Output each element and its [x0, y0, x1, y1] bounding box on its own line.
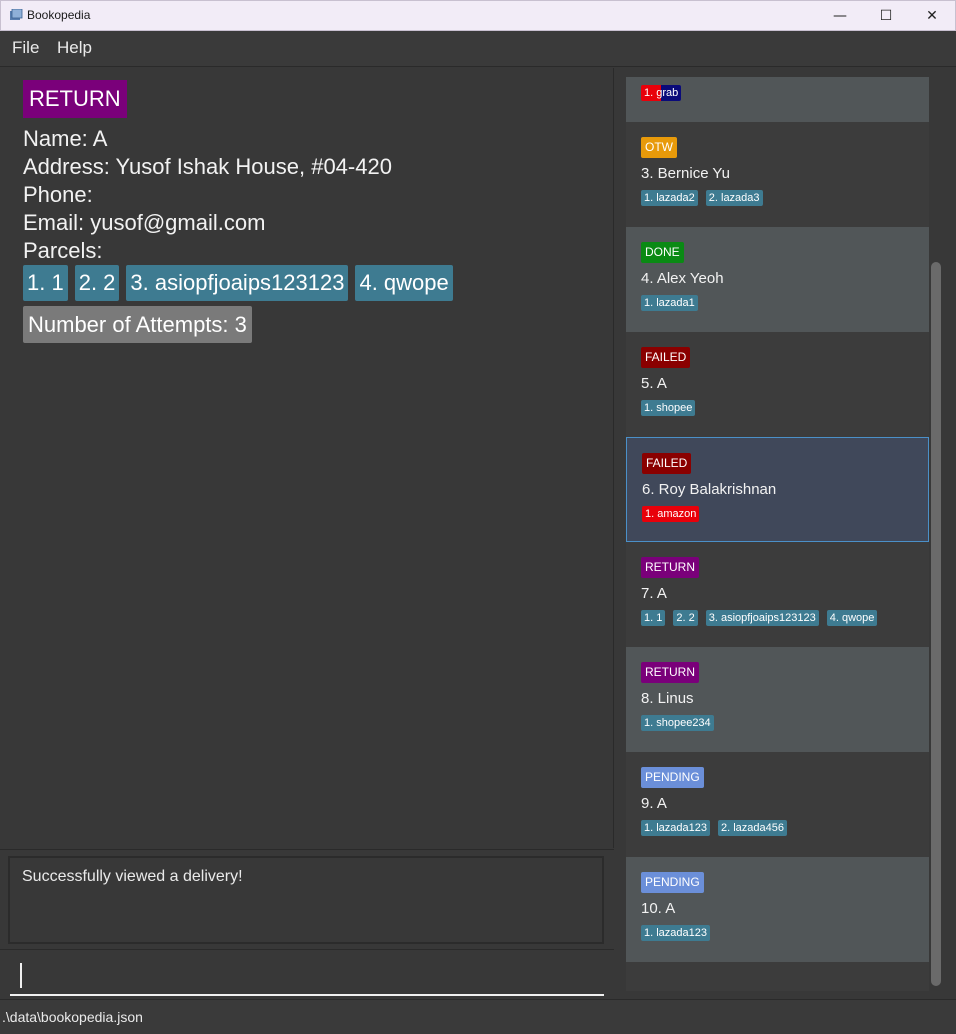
book-app-icon [10, 9, 23, 20]
parcel-tag: 2. lazada3 [705, 190, 763, 206]
status-badge: FAILED [642, 453, 692, 474]
status-badge: DONE [641, 242, 684, 263]
detail-parcel-tag: 1. 1 [23, 265, 68, 301]
data-file-path: .\data\bookopedia.json [2, 1009, 143, 1025]
delivery-card[interactable]: PENDING 10. A 1. lazada123 [626, 857, 929, 962]
command-input[interactable] [10, 956, 604, 996]
parcel-tags: 1. lazada1 [641, 295, 698, 311]
result-message: Successfully viewed a delivery! [22, 868, 243, 885]
status-badge: RETURN [641, 662, 699, 683]
parcel-tags: 1. 1 2. 2 3. asiopfjoaips123123 4. qwope [641, 610, 878, 626]
parcel-tag: 4. qwope [826, 610, 878, 626]
delivery-card[interactable]: RETURN 8. Linus 1. shopee234 [626, 647, 929, 752]
delivery-card[interactable]: PENDING 9. A 1. lazada123 2. lazada456 [626, 752, 929, 857]
detail-parcel-tag: 2. 2 [74, 265, 120, 301]
title-bar: Bookopedia — ☐ ✕ [0, 0, 956, 31]
status-bar: .\data\bookopedia.json [0, 999, 956, 1034]
delivery-name: 4. Alex Yeoh [641, 270, 724, 287]
close-icon: ✕ [926, 8, 938, 24]
detail-phone: Phone: [23, 182, 93, 207]
delivery-name: 3. Bernice Yu [641, 165, 730, 182]
detail-email: Email: yusof@gmail.com [23, 210, 266, 235]
delivery-card[interactable]: DONE 4. Alex Yeoh 1. lazada1 [626, 227, 929, 332]
parcel-tags: 1. shopee234 [641, 715, 714, 731]
parcel-tag: 1. lazada123 [641, 925, 710, 941]
status-badge: PENDING [641, 767, 704, 788]
parcel-tag: 2. lazada456 [718, 820, 787, 836]
parcel-tags: 1. grab [641, 85, 682, 101]
delivery-card[interactable]: FAILED 6. Roy Balakrishnan 1. amazon [626, 437, 929, 542]
parcel-tag: 2. 2 [673, 610, 698, 626]
close-button[interactable]: ✕ [909, 1, 955, 31]
detail-status-badge: RETURN [23, 80, 127, 118]
attempts-badge: Number of Attempts: 3 [23, 306, 252, 343]
parcel-tags: 1. lazada123 [641, 925, 710, 941]
delivery-detail-panel: RETURN Name: A Address: Yusof Ishak Hous… [0, 68, 614, 848]
detail-parcels-label: Parcels: [23, 238, 103, 263]
detail-name: Name: A [23, 126, 108, 151]
parcel-tag: 1. lazada123 [641, 820, 710, 836]
list-scrollbar[interactable] [931, 262, 941, 986]
delivery-name: 9. A [641, 795, 667, 812]
delivery-card[interactable]: PENDING2. Irfan Ibrahim1. grab [626, 77, 929, 122]
parcel-tag: 3. asiopfjoaips123123 [705, 610, 819, 626]
parcel-tag: 1. lazada1 [641, 295, 698, 311]
status-badge: OTW [641, 137, 677, 158]
text-caret [20, 963, 22, 988]
status-badge: FAILED [641, 347, 691, 368]
parcel-tags: 1. lazada123 2. lazada456 [641, 820, 787, 836]
minimize-button[interactable]: — [817, 1, 863, 31]
result-box[interactable]: Successfully viewed a delivery! [8, 856, 604, 944]
detail-parcel-tag: 3. asiopfjoaips123123 [126, 265, 349, 301]
parcel-tag: 1. shopee234 [641, 715, 714, 731]
detail-parcel-tag: 4. qwope [355, 265, 453, 301]
delivery-name: 8. Linus [641, 690, 694, 707]
command-box-panel [0, 949, 614, 999]
parcel-tags: 1. shopee [641, 400, 696, 416]
maximize-button[interactable]: ☐ [863, 1, 909, 31]
delivery-name: 5. A [641, 375, 667, 392]
delivery-card[interactable]: RETURN 7. A 1. 1 2. 2 3. asiopfjoaips123123 4… [626, 542, 929, 647]
delivery-name: 10. A [641, 900, 676, 917]
result-display-panel: Successfully viewed a delivery! [0, 849, 614, 949]
detail-address: Address: Yusof Ishak House, #04-420 [23, 154, 392, 179]
detail-parcels: 1. 1 2. 2 3. asiopfjoaips123123 4. qwope [23, 265, 453, 301]
parcel-tags: 1. amazon [642, 506, 700, 522]
parcel-tags: 1. lazada2 2. lazada3 [641, 190, 763, 206]
minimize-icon: — [833, 8, 847, 24]
delivery-name: 6. Roy Balakrishnan [642, 481, 777, 498]
delivery-list-panel: PENDING2. Irfan Ibrahim1. grab OTW 3. Bern… [615, 68, 956, 999]
menu-file[interactable]: File [12, 38, 39, 58]
parcel-tag: 1. amazon [642, 506, 700, 522]
delivery-name: 7. A [641, 585, 667, 602]
menu-bar: File Help [0, 31, 956, 67]
maximize-icon: ☐ [879, 8, 893, 24]
status-badge: RETURN [641, 557, 699, 578]
menu-help[interactable]: Help [57, 38, 92, 58]
delivery-card[interactable]: OTW 3. Bernice Yu 1. lazada2 2. lazada3 [626, 122, 929, 227]
parcel-tag: 1. shopee [641, 400, 696, 416]
parcel-tag: 1. 1 [641, 610, 666, 626]
parcel-tag: 1. grab [641, 85, 682, 101]
window-title: Bookopedia [27, 8, 91, 22]
parcel-tag: 1. lazada2 [641, 190, 698, 206]
delivery-card[interactable]: FAILED 5. A 1. shopee [626, 332, 929, 437]
status-badge: PENDING [641, 872, 704, 893]
delivery-list[interactable]: PENDING2. Irfan Ibrahim1. grab OTW 3. Bern… [626, 77, 929, 991]
